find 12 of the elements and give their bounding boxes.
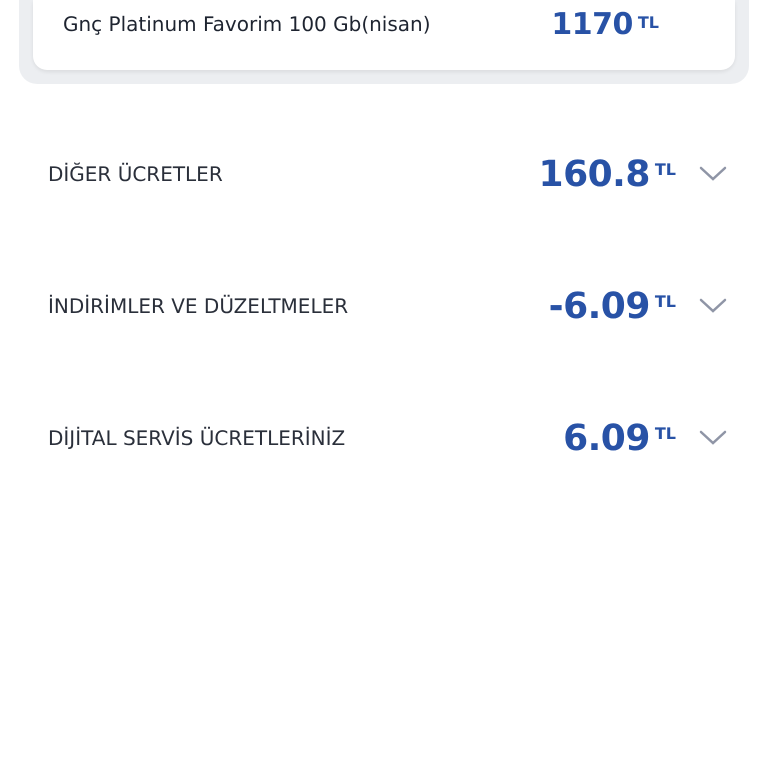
currency-label: TL xyxy=(654,424,676,442)
package-amount: 1170 xyxy=(551,6,633,42)
section-title: İNDİRİMLER VE DÜZELTMELER xyxy=(48,294,350,318)
section-title: DİJİTAL SERVİS ÜCRETLERİNİZ xyxy=(48,426,346,450)
section-amount: 6.09 xyxy=(563,418,650,458)
currency-label: TL xyxy=(638,12,659,32)
section-title: DİĞER ÜCRETLER xyxy=(48,162,224,186)
currency-label: TL xyxy=(654,292,676,310)
package-name: Gnç Platinum Favorim 100 Gb(nisan) xyxy=(63,12,431,36)
section-amount: 160.8 xyxy=(538,154,650,194)
currency-label: TL xyxy=(654,160,676,178)
section-amount: -6.09 xyxy=(548,286,650,326)
